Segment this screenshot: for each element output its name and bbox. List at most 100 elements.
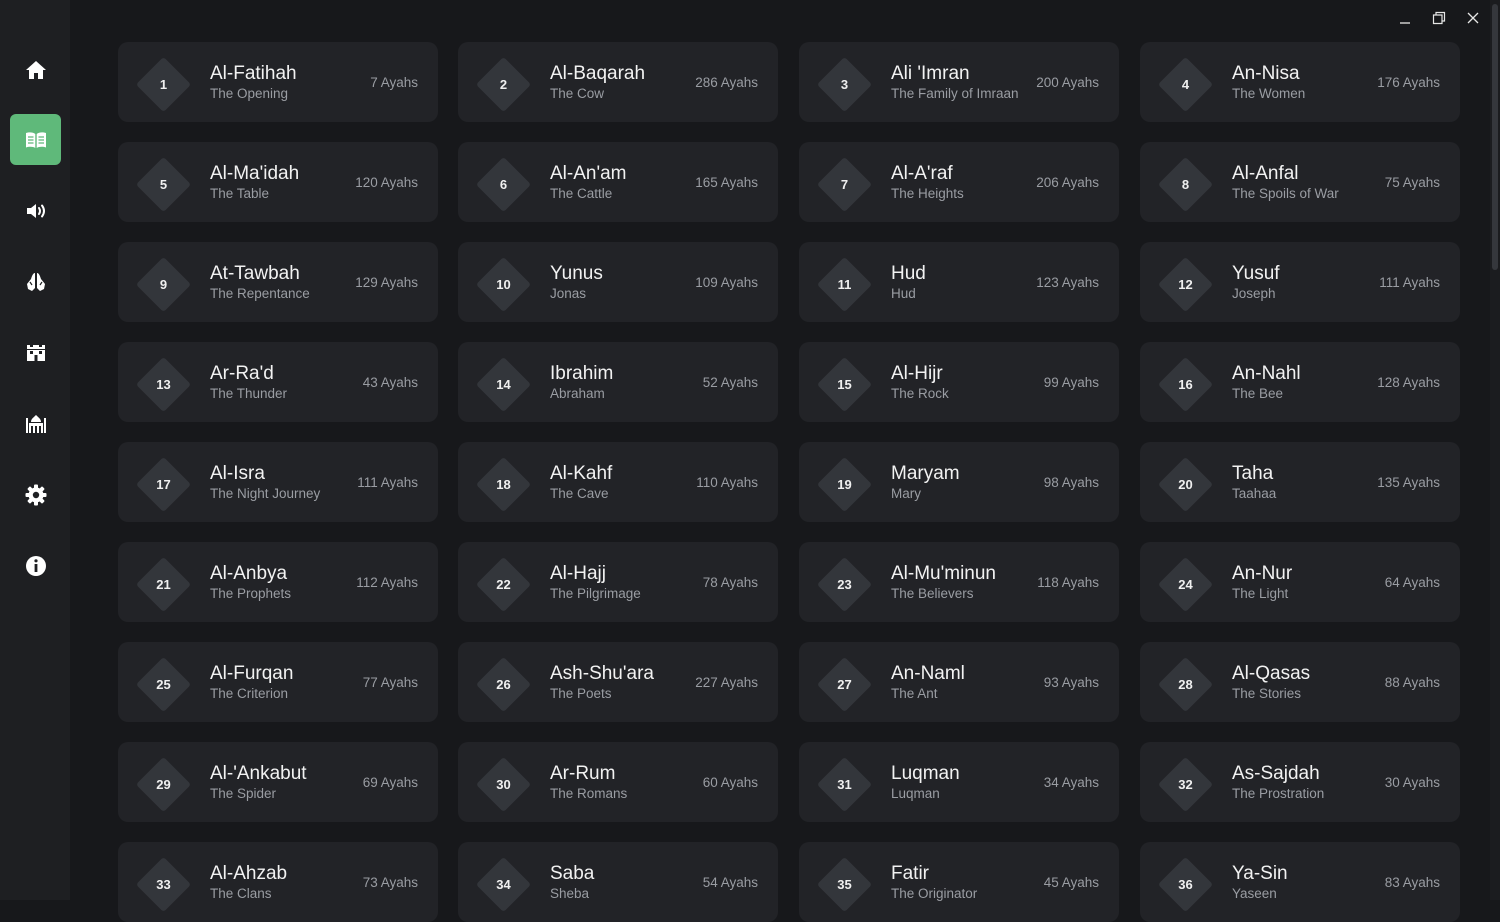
surah-card[interactable]: 7 Al-A'raf The Heights 206 Ayahs bbox=[799, 142, 1119, 222]
surah-number: 17 bbox=[156, 477, 171, 492]
surah-number-badge: 8 bbox=[1157, 156, 1214, 213]
surah-card[interactable]: 11 Hud Hud 123 Ayahs bbox=[799, 242, 1119, 322]
surah-translation: The Heights bbox=[891, 186, 964, 201]
surah-translation: Hud bbox=[891, 286, 916, 301]
surah-card[interactable]: 36 Ya-Sin Yaseen 83 Ayahs bbox=[1140, 842, 1460, 922]
surah-card[interactable]: 21 Al-Anbya The Prophets 112 Ayahs bbox=[118, 542, 438, 622]
surah-card[interactable]: 1 Al-Fatihah The Opening 7 Ayahs bbox=[118, 42, 438, 122]
restore-icon bbox=[1432, 11, 1446, 25]
surah-ayah-count: 75 Ayahs bbox=[1384, 175, 1440, 190]
surah-number-badge: 7 bbox=[816, 156, 873, 213]
surah-card[interactable]: 27 An-Naml The Ant 93 Ayahs bbox=[799, 642, 1119, 722]
surah-card[interactable]: 30 Ar-Rum The Romans 60 Ayahs bbox=[458, 742, 778, 822]
nav-settings[interactable] bbox=[10, 469, 61, 520]
surah-card[interactable]: 24 An-Nur The Light 64 Ayahs bbox=[1140, 542, 1460, 622]
surah-number: 12 bbox=[1178, 277, 1193, 292]
surah-name: An-Naml bbox=[891, 663, 965, 684]
surah-number-badge: 33 bbox=[135, 856, 192, 913]
surah-card[interactable]: 4 An-Nisa The Women 176 Ayahs bbox=[1140, 42, 1460, 122]
nav-dua[interactable] bbox=[10, 256, 61, 307]
surah-translation: The Romans bbox=[550, 786, 628, 801]
surah-card[interactable]: 29 Al-'Ankabut The Spider 69 Ayahs bbox=[118, 742, 438, 822]
surah-card[interactable]: 35 Fatir The Originator 45 Ayahs bbox=[799, 842, 1119, 922]
nav-about[interactable] bbox=[10, 540, 61, 591]
surah-translation: The Prophets bbox=[210, 586, 292, 601]
surah-card[interactable]: 12 Yusuf Joseph 111 Ayahs bbox=[1140, 242, 1460, 322]
surah-ayah-count: 7 Ayahs bbox=[370, 75, 418, 90]
nav-mosque[interactable] bbox=[10, 398, 61, 449]
surah-ayah-count: 64 Ayahs bbox=[1384, 575, 1440, 590]
surah-card[interactable]: 9 At-Tawbah The Repentance 129 Ayahs bbox=[118, 242, 438, 322]
surah-card[interactable]: 6 Al-An'am The Cattle 165 Ayahs bbox=[458, 142, 778, 222]
surah-name: Hud bbox=[891, 263, 926, 284]
surah-card[interactable]: 23 Al-Mu'minun The Believers 118 Ayahs bbox=[799, 542, 1119, 622]
surah-card[interactable]: 15 Al-Hijr The Rock 99 Ayahs bbox=[799, 342, 1119, 422]
surah-ayah-count: 120 Ayahs bbox=[355, 175, 418, 190]
surah-card[interactable]: 8 Al-Anfal The Spoils of War 75 Ayahs bbox=[1140, 142, 1460, 222]
surah-card[interactable]: 18 Al-Kahf The Cave 110 Ayahs bbox=[458, 442, 778, 522]
surah-translation: The Women bbox=[1232, 86, 1306, 101]
surah-name: Al-Ma'idah bbox=[210, 163, 300, 184]
surah-translation: The Ant bbox=[891, 686, 938, 701]
surah-number: 34 bbox=[496, 877, 511, 892]
surah-name: Al-Hajj bbox=[550, 563, 606, 584]
surah-name: Taha bbox=[1232, 463, 1274, 484]
surah-number-badge: 3 bbox=[816, 56, 873, 113]
surah-number: 26 bbox=[496, 677, 511, 692]
minimize-button[interactable] bbox=[1390, 6, 1420, 30]
surah-number-badge: 4 bbox=[1157, 56, 1214, 113]
surah-card[interactable]: 5 Al-Ma'idah The Table 120 Ayahs bbox=[118, 142, 438, 222]
surah-card[interactable]: 2 Al-Baqarah The Cow 286 Ayahs bbox=[458, 42, 778, 122]
surah-card[interactable]: 14 Ibrahim Abraham 52 Ayahs bbox=[458, 342, 778, 422]
surah-card[interactable]: 32 As-Sajdah The Prostration 30 Ayahs bbox=[1140, 742, 1460, 822]
nav-home[interactable] bbox=[10, 44, 61, 95]
surah-card[interactable]: 13 Ar-Ra'd The Thunder 43 Ayahs bbox=[118, 342, 438, 422]
surah-card[interactable]: 20 Taha Taahaa 135 Ayahs bbox=[1140, 442, 1460, 522]
scrollbar-thumb[interactable] bbox=[1492, 4, 1498, 270]
surah-name: An-Nisa bbox=[1232, 63, 1300, 84]
restore-button[interactable] bbox=[1424, 6, 1454, 30]
mosque-icon bbox=[25, 414, 46, 433]
surah-name: Al-Fatihah bbox=[210, 63, 297, 84]
surah-number: 10 bbox=[496, 277, 511, 292]
nav-quran[interactable] bbox=[10, 114, 61, 165]
surah-card[interactable]: 26 Ash-Shu'ara The Poets 227 Ayahs bbox=[458, 642, 778, 722]
surah-translation: The Poets bbox=[550, 686, 612, 701]
surah-number: 30 bbox=[496, 777, 511, 792]
info-icon bbox=[25, 555, 46, 576]
surah-ayah-count: 77 Ayahs bbox=[362, 675, 418, 690]
surah-card[interactable]: 31 Luqman Luqman 34 Ayahs bbox=[799, 742, 1119, 822]
surah-translation: Sheba bbox=[550, 886, 590, 901]
surah-card[interactable]: 22 Al-Hajj The Pilgrimage 78 Ayahs bbox=[458, 542, 778, 622]
surah-card[interactable]: 19 Maryam Mary 98 Ayahs bbox=[799, 442, 1119, 522]
surah-ayah-count: 118 Ayahs bbox=[1037, 575, 1099, 590]
surah-card[interactable]: 10 Yunus Jonas 109 Ayahs bbox=[458, 242, 778, 322]
surah-number: 29 bbox=[156, 777, 171, 792]
scrollbar[interactable] bbox=[1490, 0, 1500, 900]
surah-name: Luqman bbox=[891, 763, 960, 784]
surah-number-badge: 14 bbox=[475, 356, 532, 413]
surah-number-badge: 9 bbox=[135, 256, 192, 313]
surah-ayah-count: 227 Ayahs bbox=[695, 675, 758, 690]
surah-ayah-count: 73 Ayahs bbox=[362, 875, 418, 890]
surah-name: An-Nahl bbox=[1232, 363, 1301, 384]
surah-card[interactable]: 17 Al-Isra The Night Journey 111 Ayahs bbox=[118, 442, 438, 522]
surah-name: As-Sajdah bbox=[1232, 763, 1320, 784]
surah-card[interactable]: 3 Ali 'Imran The Family of Imraan 200 Ayahs bbox=[799, 42, 1119, 122]
surah-translation: The Criterion bbox=[210, 686, 289, 701]
close-button[interactable] bbox=[1458, 6, 1488, 30]
surah-ayah-count: 129 Ayahs bbox=[355, 275, 418, 290]
surah-number-badge: 1 bbox=[135, 56, 192, 113]
nav-kaaba[interactable] bbox=[10, 327, 61, 378]
surah-card[interactable]: 25 Al-Furqan The Criterion 77 Ayahs bbox=[118, 642, 438, 722]
nav-audio[interactable] bbox=[10, 185, 61, 236]
surah-name: Al-Furqan bbox=[210, 663, 294, 684]
surah-name: Al-Baqarah bbox=[550, 63, 646, 84]
quran-book-icon bbox=[25, 131, 46, 148]
surah-card[interactable]: 16 An-Nahl The Bee 128 Ayahs bbox=[1140, 342, 1460, 422]
sidebar bbox=[0, 0, 70, 900]
surah-card[interactable]: 34 Saba Sheba 54 Ayahs bbox=[458, 842, 778, 922]
surah-card[interactable]: 28 Al-Qasas The Stories 88 Ayahs bbox=[1140, 642, 1460, 722]
surah-ayah-count: 54 Ayahs bbox=[702, 875, 758, 890]
surah-card[interactable]: 33 Al-Ahzab The Clans 73 Ayahs bbox=[118, 842, 438, 922]
